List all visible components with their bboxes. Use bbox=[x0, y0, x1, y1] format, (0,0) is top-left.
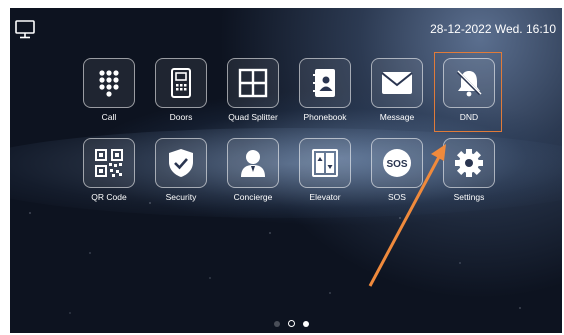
home-screen: 28-12-2022 Wed. 16:10 Call Doors Quad Sp… bbox=[10, 8, 562, 333]
annotation-arrow bbox=[368, 144, 446, 287]
